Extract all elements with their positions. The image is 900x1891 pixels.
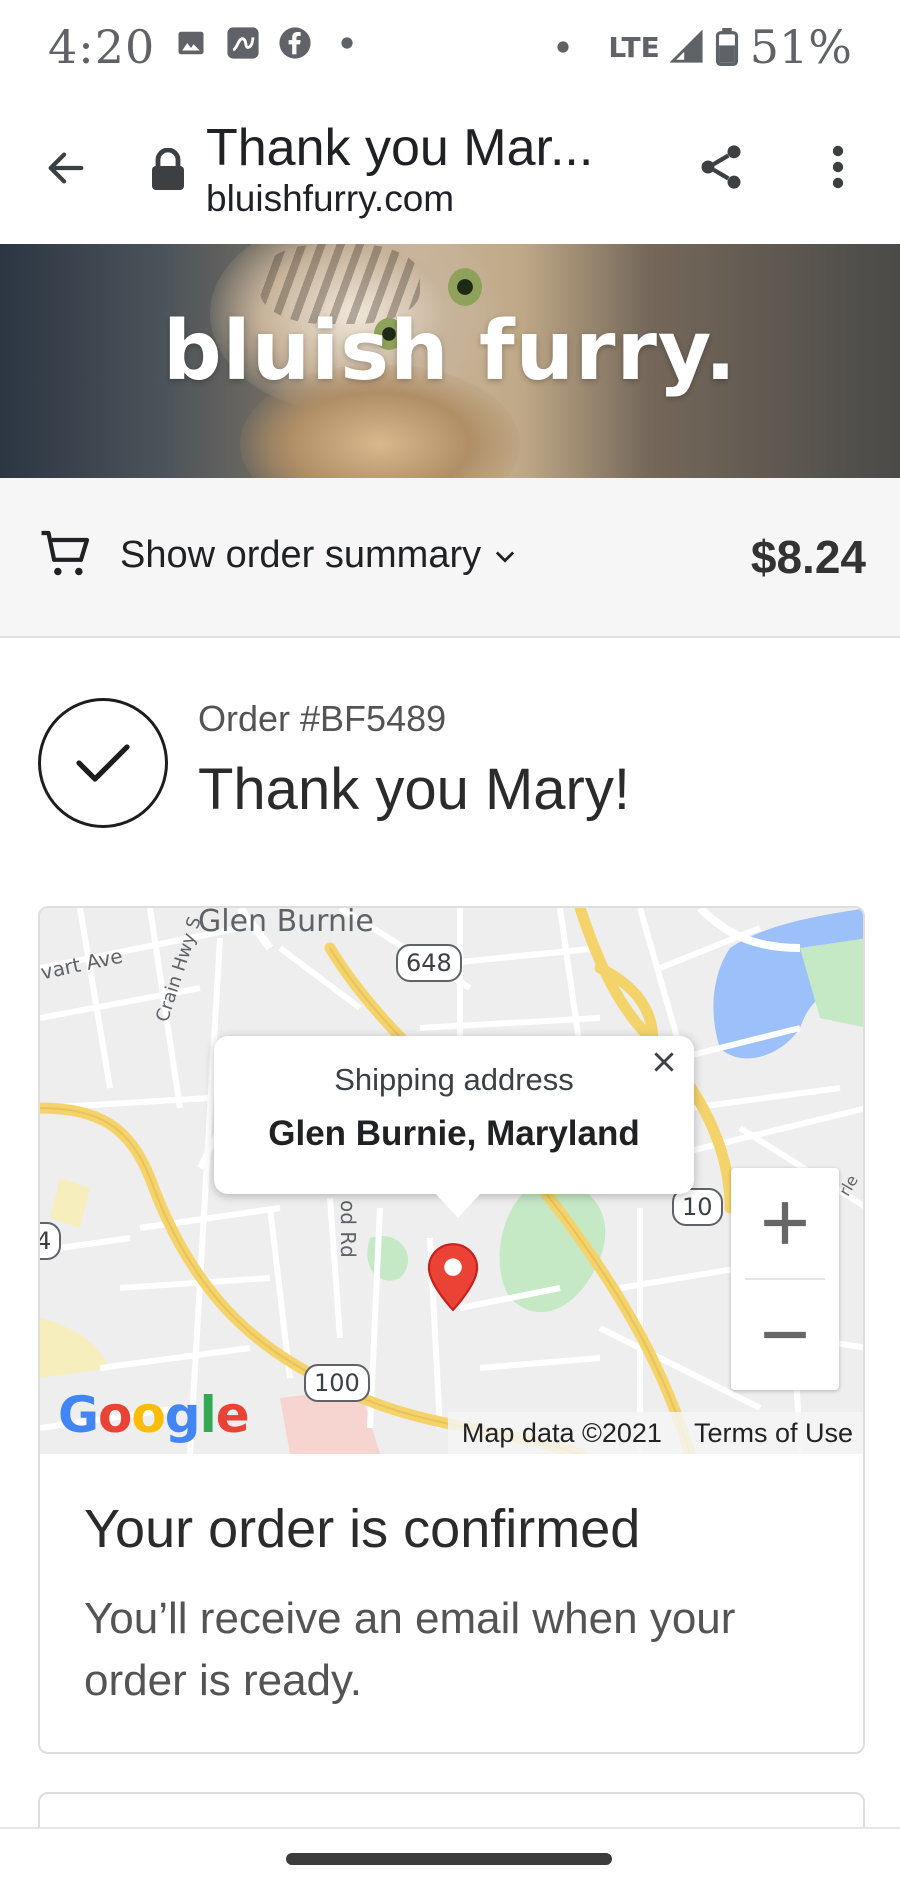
back-button[interactable]: [38, 140, 94, 196]
notification-icons: [174, 26, 364, 60]
cart-icon: [38, 526, 94, 582]
dot-icon: [557, 41, 569, 53]
shipping-map[interactable]: Glen Burnie vart Ave Crain Hwy S od Rd r…: [40, 908, 863, 1454]
confirmation-text: You’ll receive an email when your order …: [84, 1594, 736, 1705]
gesture-nav-bar: [0, 1827, 900, 1891]
route-shield-648: 648: [396, 944, 462, 982]
checkmark-icon: [38, 698, 168, 828]
home-handle[interactable]: [286, 1853, 612, 1865]
image-icon: [174, 26, 208, 60]
back-arrow-icon: [48, 152, 84, 184]
map-label-wood-rd: od Rd: [336, 1200, 360, 1258]
route-shield-100: 100: [304, 1364, 370, 1402]
more-vert-icon: [832, 145, 844, 189]
system-status: LTE 51%: [556, 20, 852, 74]
status-time: 4:20: [48, 20, 156, 74]
confirmation-title: Your order is confirmed: [84, 1499, 641, 1559]
terms-of-use-link[interactable]: Terms of Use: [694, 1418, 853, 1449]
share-button[interactable]: [690, 136, 752, 198]
order-summary-bar[interactable]: Show order summary $8.24: [0, 478, 900, 638]
map-label-glen-burnie: Glen Burnie: [198, 908, 374, 939]
app-icon: [226, 26, 260, 60]
plus-icon: [764, 1202, 806, 1244]
cat-eye: [448, 268, 482, 306]
battery-icon: [715, 28, 738, 66]
zoom-in-button[interactable]: [731, 1168, 839, 1278]
zoom-controls: [731, 1168, 839, 1390]
page-title[interactable]: Thank you Mar...: [206, 118, 593, 178]
order-total: $8.24: [750, 531, 866, 583]
show-order-summary-toggle[interactable]: Show order summary: [120, 534, 519, 577]
battery-percent: 51%: [749, 20, 852, 74]
signal-icon: [669, 30, 703, 63]
popup-address: Glen Burnie, Maryland: [268, 1114, 640, 1153]
status-bar: 4:20 LTE 51%: [0, 0, 900, 96]
map-footer: Map data ©2021 Terms of Use: [447, 1412, 863, 1454]
map-data-attribution[interactable]: Map data ©2021: [462, 1418, 662, 1449]
brand-logo[interactable]: bluish furry.: [0, 304, 900, 399]
thank-you-heading: Thank you Mary!: [198, 757, 630, 822]
lock-icon[interactable]: [150, 147, 186, 192]
chevron-down-icon: [495, 551, 515, 563]
popup-title: Shipping address: [334, 1062, 574, 1097]
facebook-icon: [278, 26, 312, 60]
route-shield-4: 4: [40, 1222, 62, 1260]
browser-toolbar: Thank you Mar... bluishfurry.com: [0, 96, 900, 244]
order-number: Order #BF5489: [198, 698, 447, 739]
hero-banner[interactable]: bluish furry.: [0, 244, 900, 478]
share-icon: [701, 145, 741, 189]
location-pin-icon[interactable]: [426, 1242, 480, 1312]
page-url[interactable]: bluishfurry.com: [206, 178, 454, 220]
show-order-summary-label: Show order summary: [120, 534, 482, 576]
minus-icon: [764, 1331, 806, 1339]
dot-icon: [330, 26, 364, 60]
overflow-menu-button[interactable]: [810, 136, 866, 198]
zoom-out-button[interactable]: [731, 1280, 839, 1390]
google-logo[interactable]: Google: [58, 1386, 250, 1444]
network-type: LTE: [608, 30, 660, 64]
order-status-card: Glen Burnie vart Ave Crain Hwy S od Rd r…: [38, 906, 865, 1754]
shipping-address-popup: Shipping address Glen Burnie, Maryland: [214, 1036, 694, 1218]
